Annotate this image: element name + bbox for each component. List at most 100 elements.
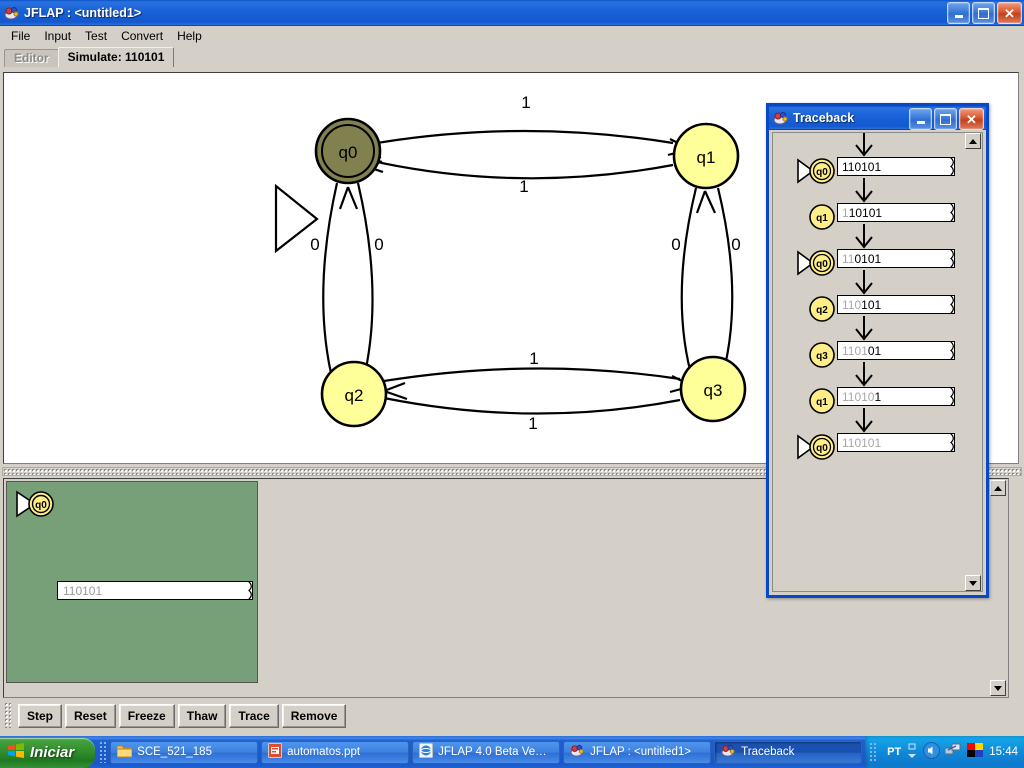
tape-remaining: 101 (861, 297, 882, 312)
tray-expand-icon[interactable] (906, 742, 918, 763)
state-q1: q1 (672, 122, 740, 190)
traceback-scrollbar[interactable] (965, 133, 982, 591)
tab-simulate[interactable]: Simulate: 110101 (57, 47, 175, 67)
traceback-row[interactable]: q3 1101 01 (773, 315, 964, 368)
edge-q1-q3 (680, 187, 698, 389)
scroll-down-button[interactable] (990, 680, 1006, 696)
tape-edge-icon (949, 340, 959, 363)
close-button[interactable]: ✕ (997, 2, 1022, 24)
label-q1-q0: 1 (519, 177, 528, 196)
traceback-state-icon-q0: q0 (797, 433, 837, 464)
start-button[interactable]: Iniciar (0, 737, 95, 768)
tape-edge-icon (949, 432, 959, 455)
minimize-button[interactable] (947, 2, 970, 24)
taskbar-item-label: automatos.ppt (287, 746, 361, 758)
scroll-up-button[interactable] (990, 480, 1006, 496)
scroll-up-button[interactable] (965, 133, 981, 149)
language-label: PT (887, 746, 902, 758)
label-q0-q2: 0 (310, 235, 319, 254)
traceback-list[interactable]: q0 110101 q1 1 10101 q0 11 0101 q2 110 101 q3 1101 01… (773, 133, 964, 591)
taskbar-item[interactable]: automatos.ppt (261, 740, 410, 764)
scroll-down-button[interactable] (965, 575, 981, 591)
freeze-button[interactable]: Freeze (118, 704, 175, 728)
state-label-q3: q3 (704, 381, 723, 400)
volume-icon[interactable] (923, 742, 941, 762)
traceback-row[interactable]: q0 110101 (773, 224, 964, 276)
minimize-button[interactable] (909, 108, 932, 130)
state-q3: q3 (679, 355, 747, 423)
tape-consumed: 1101 (842, 343, 868, 358)
maximize-button[interactable] (934, 108, 957, 130)
config-tape-text: 110101 (63, 583, 103, 598)
tape-consumed: 11 (842, 251, 855, 266)
tape-edge-icon (949, 294, 959, 317)
label-q3-q1: 0 (731, 235, 740, 254)
tape-consumed: 11010 (842, 389, 875, 404)
state-q0: q0 (314, 117, 382, 185)
menu-help[interactable]: Help (170, 27, 209, 45)
state-q2: q2 (320, 360, 388, 428)
tray-grip[interactable] (869, 742, 879, 762)
language-indicator[interactable]: PT (883, 746, 901, 758)
edge-q2-q3 (383, 367, 681, 383)
ie-icon (418, 742, 434, 761)
traceback-row[interactable]: q0 110101 (773, 133, 964, 184)
menu-file[interactable]: File (4, 27, 37, 45)
traceback-row[interactable]: q1 110101 (773, 178, 964, 230)
system-tray: PT 15:44 (865, 736, 1024, 768)
thaw-button[interactable]: Thaw (177, 704, 227, 728)
reset-button[interactable]: Reset (65, 704, 116, 728)
step-button[interactable]: Step (18, 704, 63, 728)
tab-editor[interactable]: Editor (4, 49, 59, 67)
menu-test[interactable]: Test (78, 27, 114, 45)
svg-text:q3: q3 (816, 351, 828, 362)
traceback-row[interactable]: q0 110101 (773, 408, 964, 460)
ppt-icon (267, 742, 283, 761)
simulation-button-bar: Step Reset Freeze Thaw Trace Remove (0, 698, 1024, 734)
tabstrip: Editor Simulate: 110101 (0, 47, 1024, 67)
tape-remaining: 110101 (842, 159, 882, 174)
jflap-icon (4, 5, 20, 21)
svg-text:q2: q2 (816, 305, 828, 316)
display-icon[interactable] (967, 743, 984, 761)
tape-remaining: 1 (874, 389, 882, 404)
main-window-title: JFLAP : <untitled1> (24, 5, 142, 20)
taskbar-item-label: JFLAP 4.0 Beta Ve… (438, 746, 547, 758)
traceback-row[interactable]: q1 110101 (773, 362, 964, 414)
close-button[interactable]: ✕ (959, 108, 984, 130)
traceback-tape: 110101 (837, 248, 955, 269)
traceback-body: q0 110101 q1 1 10101 q0 11 0101 q2 110 101 q3 1101 01… (772, 132, 983, 592)
taskbar-item[interactable]: JFLAP 4.0 Beta Ve… (412, 740, 561, 764)
edge-q1-q0 (376, 160, 674, 180)
remove-button[interactable]: Remove (281, 704, 347, 728)
down-arrow-icon (852, 315, 876, 344)
configuration-display[interactable]: q0 110101 (6, 481, 258, 683)
traceback-window[interactable]: Traceback ✕ q0 110101 q1 1 10101 q0 11 0101 q2 11… (766, 103, 989, 598)
traceback-row[interactable]: q2 110 101 (773, 270, 964, 322)
jflap-icon (721, 743, 736, 761)
tape-remaining: 01 (867, 343, 882, 358)
taskbar-item-label: Traceback (741, 746, 795, 758)
network-icon[interactable] (944, 743, 962, 761)
scrollbar-track[interactable] (965, 149, 982, 575)
taskbar-item[interactable]: SCE_521_185 (110, 740, 259, 764)
taskbar-grip[interactable] (98, 741, 107, 763)
bottom-pane-scrollbar[interactable] (990, 480, 1007, 696)
traceback-tape: 110101 (837, 340, 955, 361)
menu-input[interactable]: Input (37, 27, 78, 45)
scrollbar-track[interactable] (990, 496, 1007, 680)
state-label-q2: q2 (345, 386, 364, 405)
down-arrow-icon (852, 133, 876, 160)
traceback-window-controls: ✕ (909, 108, 984, 130)
taskbar-item[interactable]: JFLAP : <untitled1> (563, 740, 712, 764)
edge-q3-q2 (383, 396, 681, 415)
maximize-button[interactable] (972, 2, 995, 24)
label-q2-q0: 0 (374, 235, 383, 254)
taskbar-item[interactable]: Traceback (714, 740, 863, 764)
toolbar-grip[interactable] (4, 702, 11, 728)
menu-convert[interactable]: Convert (114, 27, 170, 45)
tape-consumed: 110101 (842, 435, 882, 450)
trace-button[interactable]: Trace (229, 704, 279, 728)
tape-edge-icon (949, 248, 959, 271)
traceback-titlebar[interactable]: Traceback ✕ (769, 106, 986, 130)
